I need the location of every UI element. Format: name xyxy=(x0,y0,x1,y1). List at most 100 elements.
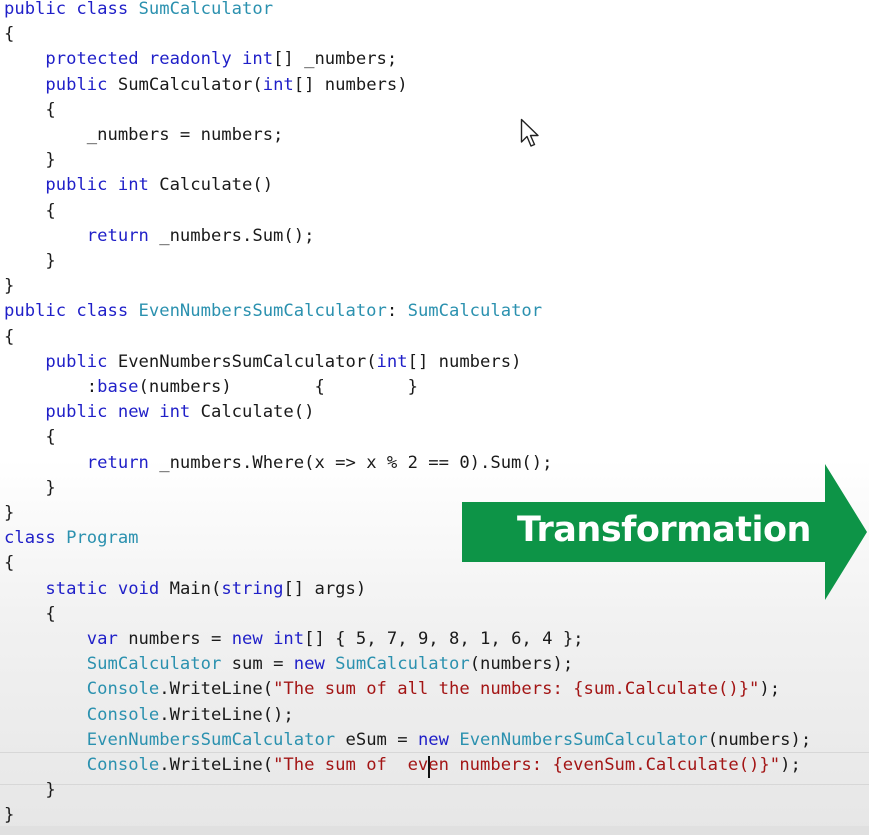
code-token: return xyxy=(86,225,160,246)
code-token: SumCalculator xyxy=(335,654,470,675)
code-token: SumCalculator( xyxy=(117,74,263,95)
code-line: { xyxy=(4,22,14,47)
code-token: { xyxy=(4,553,15,574)
code-token: "The sum of even numbers: {evenSum.Calcu… xyxy=(273,755,781,775)
code-token: Calculate() xyxy=(159,175,274,196)
code-editor[interactable]: public class SumCalculator{ protected re… xyxy=(0,0,869,835)
code-token: public xyxy=(45,351,118,372)
code-token: public class xyxy=(4,301,139,322)
code-line: Console.WriteLine("The sum of all the nu… xyxy=(4,677,780,702)
code-line: public EvenNumbersSumCalculator(int[] nu… xyxy=(4,350,521,375)
code-line: Console.WriteLine("The sum of even numbe… xyxy=(4,753,801,778)
code-line: var numbers = new int[] { 5, 7, 9, 8, 1,… xyxy=(4,627,584,652)
code-token: EvenNumbersSumCalculator xyxy=(138,301,387,322)
code-line: { xyxy=(4,199,56,224)
code-token: } xyxy=(4,503,15,523)
code-token: public xyxy=(45,74,118,95)
code-token: return xyxy=(86,452,160,473)
code-line: { xyxy=(4,602,56,627)
code-token: Console xyxy=(86,704,160,725)
code-token: [] _numbers; xyxy=(273,49,398,70)
code-token: { xyxy=(4,603,56,624)
code-token: Program xyxy=(66,528,139,549)
code-token: class xyxy=(4,528,67,549)
code-line: } xyxy=(4,803,14,828)
code-line: Console.WriteLine(); xyxy=(4,703,294,728)
code-line: } xyxy=(4,778,55,803)
code-token: Console xyxy=(86,679,160,700)
code-line: static void Main(string[] args) xyxy=(4,577,366,602)
code-token: .WriteLine( xyxy=(159,755,274,775)
code-line: class Program xyxy=(4,526,139,551)
code-token: "The sum of all the numbers: {sum.Calcul… xyxy=(273,679,760,700)
code-line: public new int Calculate() xyxy=(4,400,314,425)
code-token: new int xyxy=(231,629,305,649)
code-token: } xyxy=(4,251,56,271)
code-token: Console xyxy=(86,755,160,775)
code-token: string xyxy=(221,578,284,599)
code-token: protected readonly int xyxy=(45,49,274,70)
code-token: new xyxy=(417,729,460,750)
code-line: } xyxy=(4,501,14,526)
code-token: { xyxy=(4,200,56,221)
code-token: [] args) xyxy=(283,578,367,599)
code-token: [] numbers) xyxy=(407,351,522,372)
mouse-pointer-icon xyxy=(520,118,542,154)
code-token: Main( xyxy=(169,578,222,599)
code-line: _numbers = numbers; xyxy=(4,123,284,148)
code-token: { xyxy=(4,326,15,347)
code-token: EvenNumbersSumCalculator xyxy=(86,729,346,750)
code-token: .WriteLine(); xyxy=(159,704,294,725)
code-token: public int xyxy=(45,175,160,196)
code-line: EvenNumbersSumCalculator eSum = new Even… xyxy=(4,728,811,753)
code-line: { xyxy=(4,325,14,350)
code-line: } xyxy=(4,148,55,173)
code-token: SumCalculator xyxy=(138,0,274,19)
code-token: numbers = xyxy=(128,629,232,649)
code-token: new xyxy=(293,654,336,675)
code-line: :base(numbers) { } xyxy=(4,375,418,400)
code-token: : xyxy=(386,301,408,322)
code-line: } xyxy=(4,476,56,501)
code-token: Calculate() xyxy=(200,402,315,423)
code-token: { xyxy=(4,99,56,120)
code-token: int xyxy=(376,351,408,372)
code-token: } xyxy=(4,805,15,826)
code-line: } xyxy=(4,274,14,299)
code-line: public class SumCalculator xyxy=(4,0,273,22)
code-token: (numbers) { } xyxy=(138,377,418,397)
code-line: public int Calculate() xyxy=(4,173,273,198)
code-line: return _numbers.Sum(); xyxy=(4,224,315,249)
code-token: [] { 5, 7, 9, 8, 1, 6, 4 }; xyxy=(304,629,584,649)
code-token: base xyxy=(97,377,139,397)
code-token: EvenNumbersSumCalculator xyxy=(459,729,708,750)
code-token: SumCalculator xyxy=(407,301,543,322)
code-token: (numbers); xyxy=(469,654,574,675)
code-token: SumCalculator xyxy=(86,654,232,675)
code-token: static void xyxy=(45,578,170,599)
code-line: protected readonly int[] _numbers; xyxy=(4,47,397,72)
code-token: { xyxy=(4,24,15,45)
code-token: (numbers); xyxy=(707,729,812,750)
code-line: public class EvenNumbersSumCalculator: S… xyxy=(4,299,542,324)
code-line: { xyxy=(4,425,55,450)
code-line: { xyxy=(4,98,56,123)
code-token: _numbers.Sum(); xyxy=(159,225,315,246)
code-token: int xyxy=(262,74,294,95)
code-token: eSum = xyxy=(345,729,418,750)
code-token: _numbers = numbers; xyxy=(4,125,284,145)
code-token: } xyxy=(4,477,56,498)
